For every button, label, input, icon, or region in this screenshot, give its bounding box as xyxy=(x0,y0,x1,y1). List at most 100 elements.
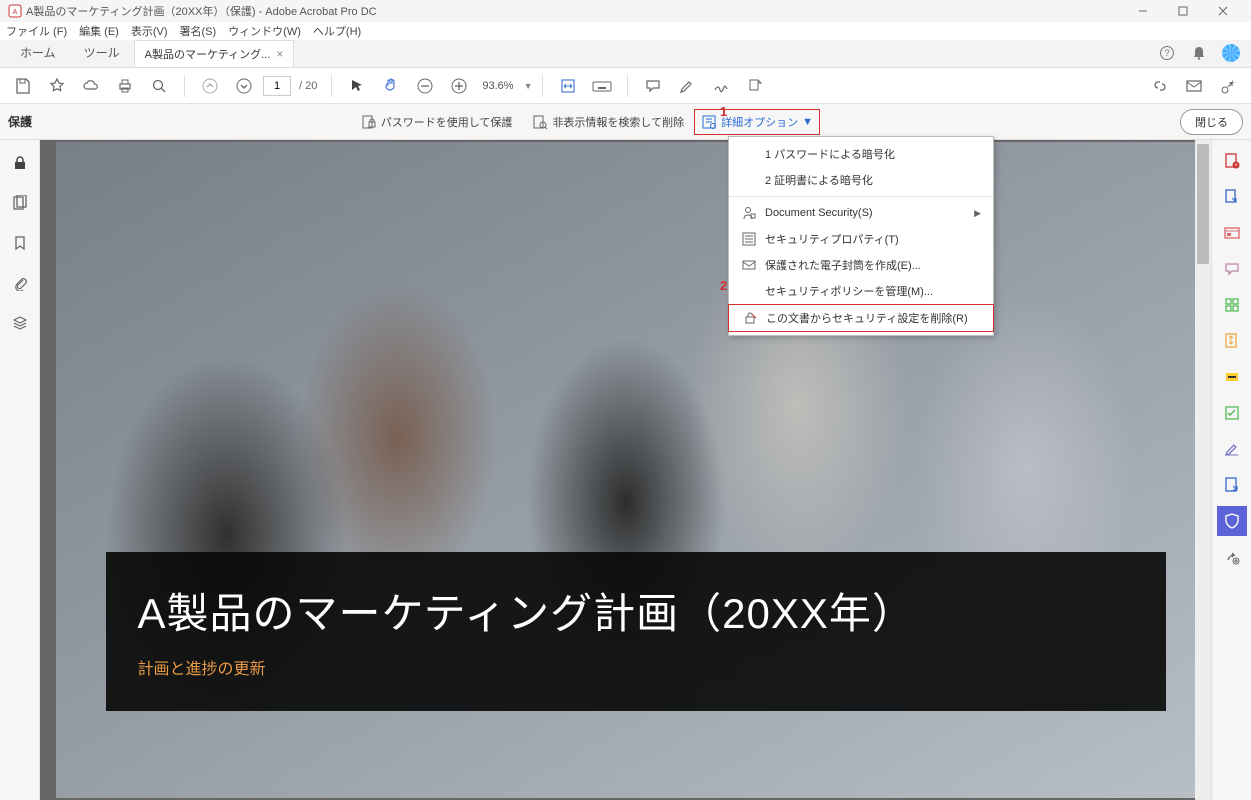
tool-send-icon[interactable] xyxy=(1217,470,1247,500)
close-toolbar-button[interactable]: 閉じる xyxy=(1180,109,1243,135)
email-icon[interactable] xyxy=(1179,71,1209,101)
tool-compress-icon[interactable] xyxy=(1217,326,1247,356)
select-tool-icon[interactable] xyxy=(342,71,372,101)
tool-redact-icon[interactable] xyxy=(1217,362,1247,392)
account-avatar[interactable] xyxy=(1217,39,1245,67)
menu-manage-policies[interactable]: セキュリティポリシーを管理(M)... xyxy=(729,278,993,304)
main-toolbar: / 20 93.6% ▼ + xyxy=(0,68,1251,104)
tool-sign-icon[interactable] xyxy=(1217,434,1247,464)
menu-sign[interactable]: 署名(S) xyxy=(180,23,217,39)
tool-organize-icon[interactable] xyxy=(1217,290,1247,320)
advanced-options-label: 詳細オプション xyxy=(721,114,798,130)
pdf-icon: A xyxy=(8,4,22,18)
annotation-1: 1 xyxy=(720,104,727,119)
properties-icon xyxy=(701,114,717,130)
zoom-dropdown-icon[interactable]: ▼ xyxy=(524,81,533,91)
menu-edit[interactable]: 編集 (E) xyxy=(79,23,119,39)
vertical-scrollbar[interactable] xyxy=(1195,140,1211,800)
zoom-level-label[interactable]: 93.6% xyxy=(478,78,517,94)
hand-tool-icon[interactable] xyxy=(376,71,406,101)
document-viewport[interactable]: A製品のマーケティング計画（20XX年） 計画と進捗の更新 xyxy=(40,140,1211,800)
submenu-arrow-icon: ▶ xyxy=(974,208,981,219)
tab-tools[interactable]: ツール xyxy=(70,38,134,67)
window-titlebar: A A製品のマーケティング計画（20XX年）（保護) - Adobe Acrob… xyxy=(0,0,1251,22)
sign-icon[interactable] xyxy=(706,71,736,101)
title-box: A製品のマーケティング計画（20XX年） 計画と進捗の更新 xyxy=(106,552,1166,711)
highlight-icon[interactable] xyxy=(672,71,702,101)
tool-more-icon[interactable] xyxy=(1217,542,1247,572)
cloud-icon[interactable] xyxy=(76,71,106,101)
tool-prepare-form-icon[interactable] xyxy=(1217,398,1247,428)
svg-text:+: + xyxy=(1234,163,1238,169)
stamp-icon[interactable] xyxy=(740,71,770,101)
page-down-icon[interactable] xyxy=(229,71,259,101)
menu-security-properties[interactable]: セキュリティプロパティ(T) xyxy=(729,226,993,252)
menu-create-envelope[interactable]: 保護された電子封筒を作成(E)... xyxy=(729,252,993,278)
menubar: ファイル (F) 編集 (E) 表示(V) 署名(S) ウィンドウ(W) ヘルプ… xyxy=(0,22,1251,40)
rail-bookmark-icon[interactable] xyxy=(5,228,35,258)
protect-with-password-label: パスワードを使用して保護 xyxy=(381,114,513,130)
person-lock-icon xyxy=(741,205,757,221)
save-icon[interactable] xyxy=(8,71,38,101)
tool-export-pdf-icon[interactable] xyxy=(1217,182,1247,212)
menu-window[interactable]: ウィンドウ(W) xyxy=(228,23,301,39)
rail-thumbnails-icon[interactable] xyxy=(5,188,35,218)
properties-list-icon xyxy=(741,231,757,247)
page-total-label: / 20 xyxy=(299,80,317,92)
tool-create-pdf-icon[interactable]: + xyxy=(1217,146,1247,176)
right-tools-rail: + xyxy=(1211,140,1251,800)
redact-hidden-label: 非表示情報を検索して削除 xyxy=(552,114,684,130)
zoom-in-icon[interactable] xyxy=(444,71,474,101)
workspace: A製品のマーケティング計画（20XX年） 計画と進捗の更新 + xyxy=(0,140,1251,800)
left-nav-rail xyxy=(0,140,40,800)
lock-page-icon xyxy=(361,114,377,130)
link-icon[interactable] xyxy=(1145,71,1175,101)
window-title: A製品のマーケティング計画（20XX年）（保護) - Adobe Acrobat… xyxy=(26,3,1123,19)
search-icon[interactable] xyxy=(144,71,174,101)
rail-layers-icon[interactable] xyxy=(5,308,35,338)
fit-width-icon[interactable] xyxy=(553,71,583,101)
annotation-2: 2 xyxy=(720,278,727,293)
svg-text:?: ? xyxy=(1164,48,1169,58)
tab-document-label: A製品のマーケティング... xyxy=(145,46,271,62)
menu-document-security[interactable]: Document Security(S)▶ xyxy=(729,200,993,226)
protect-with-password-button[interactable]: パスワードを使用して保護 xyxy=(355,110,519,134)
tab-bar: ホーム ツール A製品のマーケティング... × ? xyxy=(0,40,1251,68)
document-subtitle: 計画と進捗の更新 xyxy=(138,655,1134,679)
rail-lock-icon[interactable] xyxy=(5,148,35,178)
minimize-button[interactable] xyxy=(1123,0,1163,22)
keyboard-icon[interactable] xyxy=(587,71,617,101)
svg-text:A: A xyxy=(13,9,18,16)
notifications-icon[interactable] xyxy=(1185,39,1213,67)
document-page: A製品のマーケティング計画（20XX年） 計画と進捗の更新 xyxy=(56,142,1196,798)
menu-encrypt-password[interactable]: 1 パスワードによる暗号化 xyxy=(729,141,993,167)
tool-comment-icon[interactable] xyxy=(1217,254,1247,284)
advanced-options-button[interactable]: 詳細オプション ▼ xyxy=(694,109,820,135)
tool-protect-icon[interactable] xyxy=(1217,506,1247,536)
document-title: A製品のマーケティング計画（20XX年） xyxy=(138,580,1134,641)
star-icon[interactable] xyxy=(42,71,72,101)
page-number-input[interactable] xyxy=(263,76,291,96)
menu-remove-security[interactable]: この文書からセキュリティ設定を削除(R) xyxy=(728,304,994,332)
tab-close-icon[interactable]: × xyxy=(276,47,283,61)
menu-help[interactable]: ヘルプ(H) xyxy=(313,23,361,39)
rail-attachment-icon[interactable] xyxy=(5,268,35,298)
help-icon[interactable]: ? xyxy=(1153,39,1181,67)
zoom-out-icon[interactable] xyxy=(410,71,440,101)
close-window-button[interactable] xyxy=(1203,0,1243,22)
menu-file[interactable]: ファイル (F) xyxy=(6,23,67,39)
print-icon[interactable] xyxy=(110,71,140,101)
chevron-down-icon: ▼ xyxy=(802,116,813,128)
menu-view[interactable]: 表示(V) xyxy=(131,23,168,39)
tool-edit-pdf-icon[interactable] xyxy=(1217,218,1247,248)
envelope-lock-icon xyxy=(741,257,757,273)
share-icon[interactable]: + xyxy=(1213,71,1243,101)
comment-icon[interactable] xyxy=(638,71,668,101)
tab-document[interactable]: A製品のマーケティング... × xyxy=(134,40,295,67)
maximize-button[interactable] xyxy=(1163,0,1203,22)
page-up-icon[interactable] xyxy=(195,71,225,101)
svg-text:+: + xyxy=(1230,78,1235,87)
menu-encrypt-certificate[interactable]: 2 証明書による暗号化 xyxy=(729,167,993,193)
tab-home[interactable]: ホーム xyxy=(6,38,70,67)
redact-hidden-button[interactable]: 非表示情報を検索して削除 xyxy=(526,110,690,134)
